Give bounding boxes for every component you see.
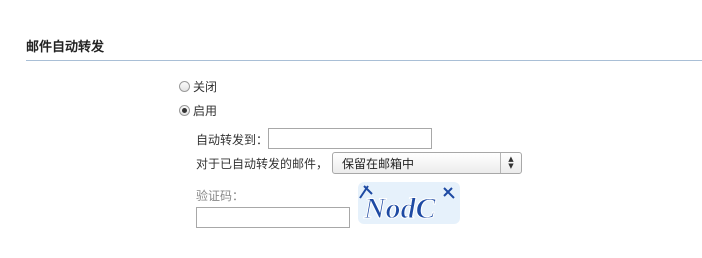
up-down-arrows-icon: ▲ ▼	[500, 153, 521, 173]
section-divider	[26, 60, 702, 61]
after-forward-select-value: 保留在邮箱中	[342, 156, 415, 171]
radio-option-off[interactable]: 关闭	[179, 78, 217, 94]
captcha-image[interactable]: NodC	[352, 178, 464, 228]
radio-label-off: 关闭	[193, 79, 218, 94]
radio-label-on: 启用	[193, 103, 218, 118]
captcha-text: NodC	[363, 192, 437, 225]
captcha-label: 验证码：	[196, 189, 245, 203]
after-forward-select[interactable]: 保留在邮箱中 ▲ ▼	[332, 152, 522, 174]
radio-button-off[interactable]	[179, 80, 190, 92]
radio-button-on[interactable]	[179, 104, 190, 116]
radio-option-on[interactable]: 启用	[179, 102, 217, 118]
forward-to-input[interactable]	[268, 128, 432, 149]
section-title: 邮件自动转发	[26, 40, 105, 55]
after-forward-label: 对于已自动转发的邮件，	[196, 157, 329, 171]
captcha-input[interactable]	[196, 207, 350, 228]
forward-to-label: 自动转发到：	[196, 133, 269, 147]
